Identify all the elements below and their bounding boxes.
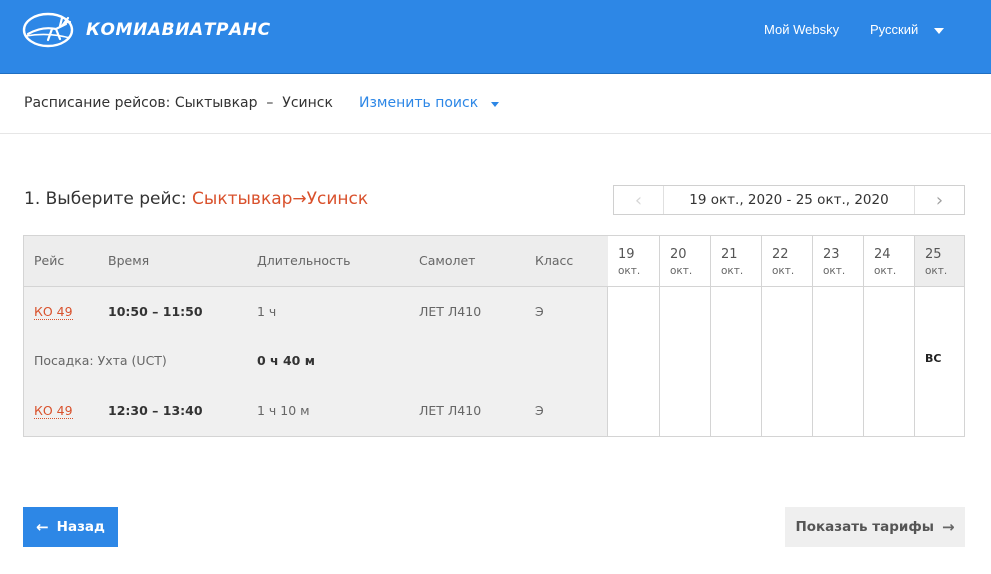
day-number: 21	[721, 247, 738, 262]
day-header: 22 окт.	[762, 236, 812, 287]
day-month: окт.	[721, 265, 744, 277]
day-column-21[interactable]: 21 окт.	[710, 236, 761, 436]
next-week-button[interactable]: ›	[914, 186, 964, 214]
weekday-flight-mark[interactable]: ВС	[925, 352, 941, 365]
back-button-label: Назад	[56, 519, 105, 535]
segment-2-class: Э	[535, 403, 544, 418]
header-class: Класс	[535, 253, 574, 268]
day-month: окт.	[823, 265, 846, 277]
airline-logo[interactable]: КОМИАВИАТРАНС	[22, 11, 322, 49]
change-search-link[interactable]: Изменить поиск	[359, 95, 478, 111]
stopover-duration: 0 ч 40 м	[257, 353, 315, 368]
header-time: Время	[108, 253, 150, 268]
step-route: Сыктывкар→Усинск	[192, 189, 369, 209]
flight-details-area: Рейс Время Длительность Самолет Класс КО…	[24, 236, 608, 436]
step-title-prefix: 1. Выберите рейс:	[24, 189, 193, 209]
day-number: 22	[772, 247, 789, 262]
day-header: 19 окт.	[608, 236, 659, 287]
logo-text: КОМИАВИАТРАНС	[86, 20, 271, 40]
show-fares-button[interactable]: Показать тарифы →	[785, 507, 965, 547]
step-title: 1. Выберите рейс: Сыктывкар→Усинск	[24, 189, 368, 209]
chevron-right-icon: ›	[935, 189, 944, 211]
segment-2-aircraft: ЛЕТ Л410	[419, 403, 482, 418]
schedule-title: Расписание рейсов: Сыктывкар – Усинск	[24, 95, 333, 111]
day-column-20[interactable]: 20 окт.	[659, 236, 710, 436]
flight-number-link[interactable]: КО 49	[34, 403, 73, 419]
schedule-table: Рейс Время Длительность Самолет Класс КО…	[23, 235, 965, 437]
segment-2-flight[interactable]: КО 49	[34, 403, 73, 419]
day-header: 23 окт.	[813, 236, 863, 287]
segment-1-duration: 1 ч	[257, 304, 277, 319]
day-number: 25	[925, 247, 942, 262]
flight-number-link[interactable]: КО 49	[34, 304, 73, 320]
search-summary-bar: Расписание рейсов: Сыктывкар – Усинск Из…	[0, 74, 991, 134]
day-number: 24	[874, 247, 891, 262]
stopover-label: Посадка: Ухта (UCT)	[34, 353, 167, 368]
day-header: 25 окт.	[915, 236, 964, 287]
header-aircraft: Самолет	[419, 253, 476, 268]
day-header: 24 окт.	[864, 236, 914, 287]
chevron-left-icon: ‹	[634, 189, 643, 211]
back-button[interactable]: ← Назад	[23, 507, 118, 547]
show-fares-label: Показать тарифы	[795, 519, 934, 535]
day-number: 20	[670, 247, 687, 262]
day-number: 19	[618, 247, 635, 262]
header-flight: Рейс	[34, 253, 65, 268]
day-number: 23	[823, 247, 840, 262]
day-month: окт.	[772, 265, 795, 277]
prev-week-button[interactable]: ‹	[614, 186, 664, 214]
segment-1-time: 10:50 – 11:50	[108, 304, 203, 319]
arrow-left-icon: ←	[36, 518, 49, 536]
date-range: 19 окт., 2020 - 25 окт., 2020	[689, 192, 889, 208]
day-header: 20 окт.	[660, 236, 710, 287]
segment-1-class: Э	[535, 304, 544, 319]
day-header: 21 окт.	[711, 236, 761, 287]
week-date-picker: ‹ 19 окт., 2020 - 25 окт., 2020 ›	[613, 185, 965, 215]
day-column-23[interactable]: 23 окт.	[812, 236, 863, 436]
chevron-down-icon[interactable]	[491, 102, 499, 107]
day-month: окт.	[670, 265, 693, 277]
deer-logo-icon	[22, 12, 74, 48]
table-header-row: Рейс Время Длительность Самолет Класс	[24, 236, 608, 287]
segment-1-aircraft: ЛЕТ Л410	[419, 304, 482, 319]
day-month: окт.	[925, 265, 948, 277]
segment-2-time: 12:30 – 13:40	[108, 403, 203, 418]
day-month: окт.	[618, 265, 641, 277]
day-column-25[interactable]: 25 окт. ВС	[914, 236, 964, 436]
top-header: КОМИАВИАТРАНС Мой Websky Русский	[0, 0, 991, 74]
language-selector[interactable]: Русский	[870, 22, 918, 37]
day-column-24[interactable]: 24 окт.	[863, 236, 914, 436]
segment-1-flight[interactable]: КО 49	[34, 304, 73, 320]
my-websky-link[interactable]: Мой Websky	[764, 22, 839, 37]
header-duration: Длительность	[257, 253, 351, 268]
day-columns: 19 окт. 20 окт. 21 окт. 22 окт. 23 окт. …	[608, 236, 964, 436]
segment-2-duration: 1 ч 10 м	[257, 403, 310, 418]
day-column-19[interactable]: 19 окт.	[608, 236, 659, 436]
day-column-22[interactable]: 22 окт.	[761, 236, 812, 436]
arrow-right-icon: →	[941, 518, 955, 536]
chevron-down-icon[interactable]	[934, 28, 944, 34]
day-month: окт.	[874, 265, 897, 277]
